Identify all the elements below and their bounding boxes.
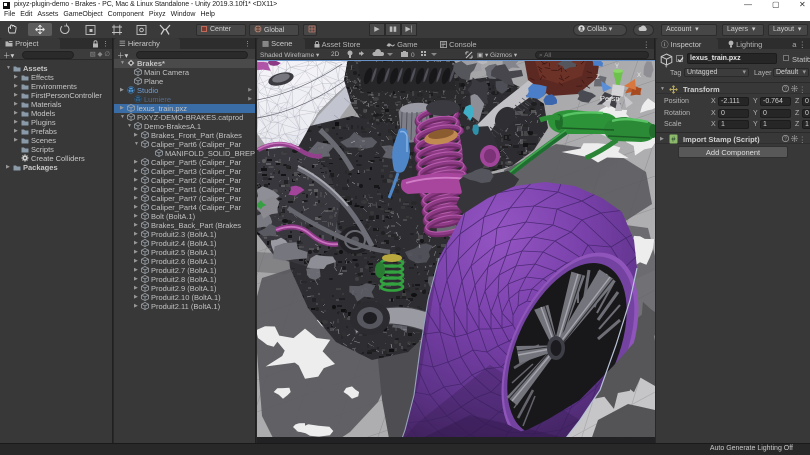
svg-text:Persp: Persp xyxy=(600,94,620,103)
svg-text:Y: Y xyxy=(615,64,619,70)
svg-text:?: ? xyxy=(784,137,787,143)
svg-text:?: ? xyxy=(784,87,787,93)
svg-text:#: # xyxy=(672,137,676,144)
svg-text:Z: Z xyxy=(596,75,600,81)
svg-text:0: 0 xyxy=(411,52,415,59)
svg-text:X: X xyxy=(637,73,641,79)
